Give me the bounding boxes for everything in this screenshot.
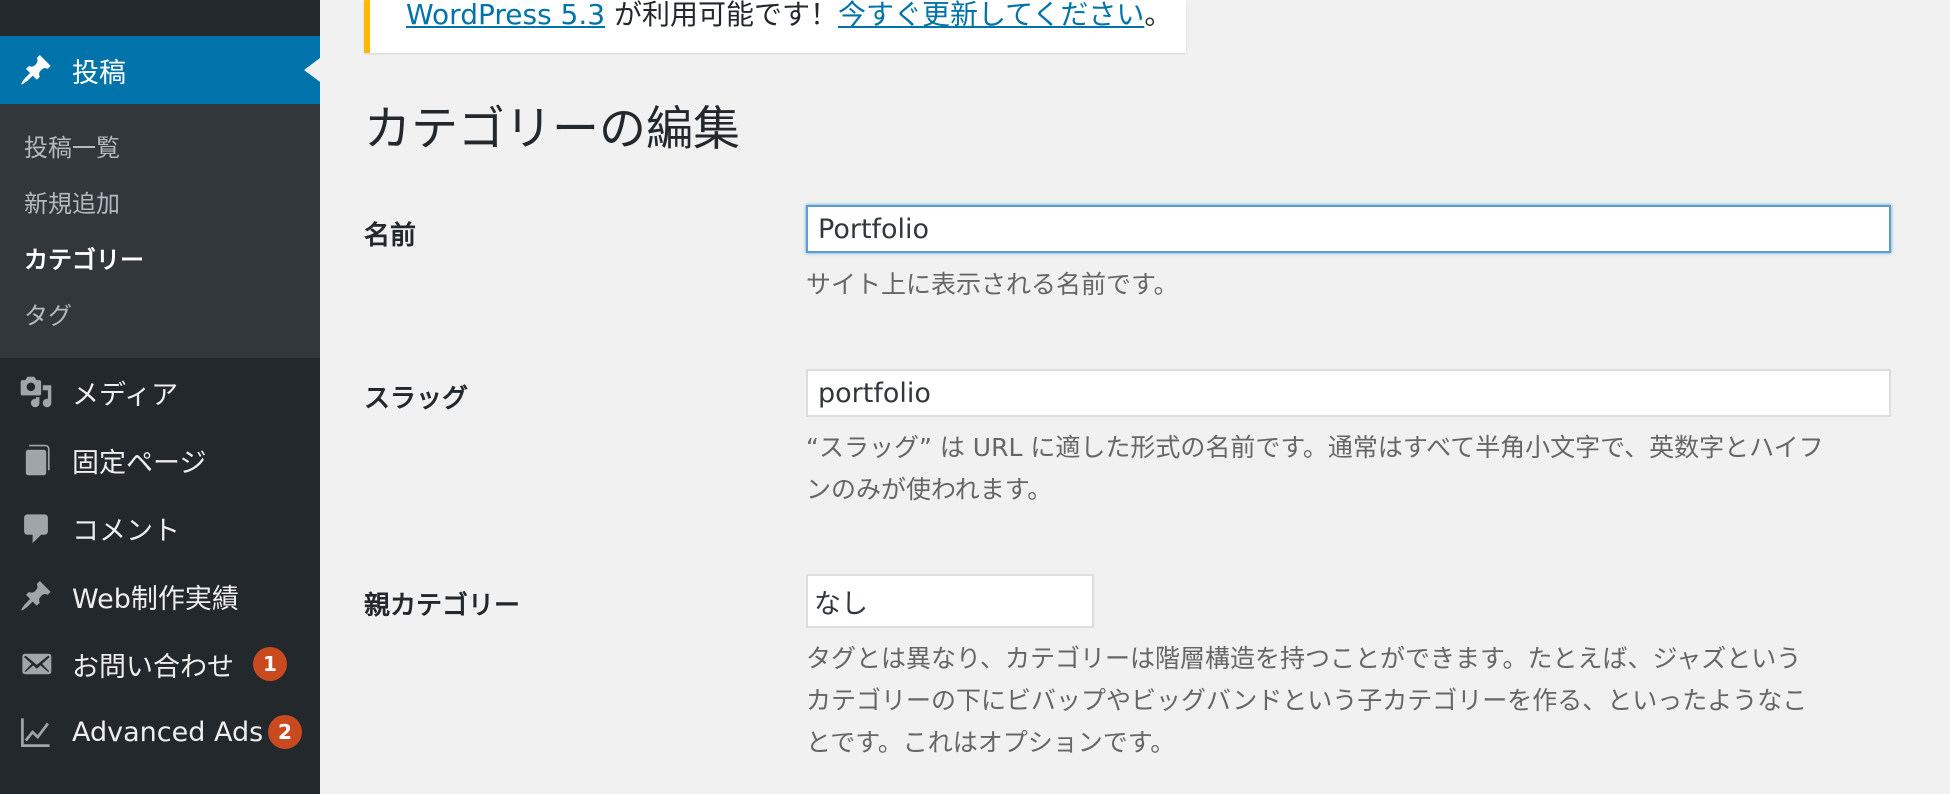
update-notice-text: WordPress 5.3 が利用可能です！今すぐ更新してください。 [406,0,1172,30]
sidebar-item-pages[interactable]: 固定ページ [0,426,320,494]
parent-category-label: 親カテゴリー [364,591,521,621]
slug-description-line: ンのみが使われます。 [806,475,1053,504]
sidebar-item-contact[interactable]: お問い合わせ 1 [0,630,320,698]
sidebar-item-web-works-label: Web制作実績 [72,583,239,615]
sidebar-item-comments[interactable]: コメント [0,494,320,562]
update-notice-message: が利用可能です！ [605,0,838,31]
parent-description-line: カテゴリーの下にビバップやビッグバンドという子カテゴリーを作る、といったようなこ [806,686,1808,715]
submenu-item-tags[interactable]: タグ [24,296,72,331]
sidebar-item-posts[interactable]: 投稿 [0,36,320,104]
submenu-item-add-new[interactable]: 新規追加 [24,184,120,219]
sidebar-item-advanced-ads[interactable]: Advanced Ads 2 [0,698,320,766]
name-field-label: 名前 [364,221,417,251]
name-description: サイト上に表示される名前です。 [806,270,1179,299]
posts-submenu: 投稿一覧 新規追加 カテゴリー タグ [0,104,320,358]
slug-field-label: スラッグ [364,384,469,414]
parent-category-selected-value: なし [814,588,868,620]
pin-icon [18,578,54,614]
update-notice-end: 。 [1144,0,1173,31]
update-notice: WordPress 5.3 が利用可能です！今すぐ更新してください。 [364,0,1186,53]
sidebar-item-advanced-ads-label: Advanced Ads [72,716,264,748]
pin-icon [18,52,54,88]
sidebar-item-posts-label: 投稿 [72,57,126,89]
submenu-item-categories[interactable]: カテゴリー [24,240,144,275]
page-title: カテゴリーの編集 [364,102,740,157]
sidebar-top-strip [0,0,320,36]
parent-category-description: タグとは異なり、カテゴリーは階層構造を持つことができます。たとえば、ジャズという… [806,638,1807,764]
slug-input[interactable] [806,369,1891,417]
sidebar-item-comments-label: コメント [72,515,180,547]
comment-icon [18,510,54,546]
sidebar-item-pages-label: 固定ページ [72,447,207,479]
slug-description: “スラッグ” は URL に適した形式の名前です。通常はすべて半角小文字で、英数… [806,427,1824,511]
ads-count-badge: 2 [268,715,302,749]
sidebar-item-media-label: メディア [72,379,179,411]
parent-category-select[interactable]: なし [806,574,1094,628]
parent-description-line: タグとは異なり、カテゴリーは階層構造を持つことができます。たとえば、ジャズという [806,644,1802,673]
submenu-item-all-posts[interactable]: 投稿一覧 [24,128,120,163]
slug-description-line: “スラッグ” は URL に適した形式の名前です。通常はすべて半角小文字で、英数… [806,433,1824,462]
wordpress-version-link[interactable]: WordPress 5.3 [406,0,605,31]
pages-icon [18,442,54,478]
update-now-link[interactable]: 今すぐ更新してください [838,0,1144,31]
media-icon [18,374,54,410]
contact-count-badge: 1 [253,647,287,681]
chart-icon [18,714,54,750]
parent-description-line: とです。これはオプションです。 [806,728,1176,757]
sidebar-item-media[interactable]: メディア [0,358,320,426]
sidebar-item-contact-label: お問い合わせ [72,651,234,683]
sidebar-item-web-works[interactable]: Web制作実績 [0,562,320,630]
name-input[interactable] [806,205,1891,253]
mail-icon [18,646,54,682]
admin-sidebar: 投稿 投稿一覧 新規追加 カテゴリー タグ メディア 固定ページ コメント We… [0,0,320,794]
